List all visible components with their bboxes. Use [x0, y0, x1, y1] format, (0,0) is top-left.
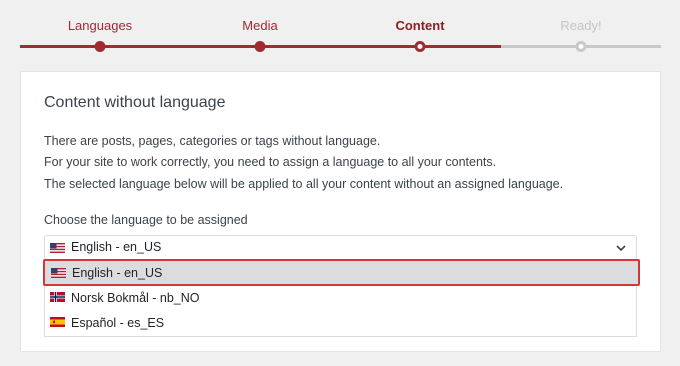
option-english[interactable]: English - en_US: [43, 259, 640, 286]
chevron-down-icon[interactable]: [614, 241, 628, 255]
option-label: Norsk Bokmål - nb_NO: [71, 291, 200, 305]
card-title: Content without language: [44, 94, 226, 111]
us-flag-icon: [51, 268, 66, 278]
language-select-label: Choose the language to be assigned: [44, 213, 248, 227]
step-dot-media: [254, 41, 266, 52]
info-paragraph-2: For your site to work correctly, you nee…: [44, 155, 497, 169]
language-select[interactable]: English - en_US: [44, 235, 637, 260]
step-media[interactable]: Media: [242, 18, 277, 33]
step-dot-ready: [575, 41, 587, 52]
option-norsk[interactable]: Norsk Bokmål - nb_NO: [45, 286, 638, 311]
content-card: Content without language There are posts…: [20, 71, 661, 352]
info-paragraph-1: There are posts, pages, categories or ta…: [44, 134, 381, 148]
step-content: Content: [395, 18, 445, 33]
setup-stepper: Languages Media Content Ready!: [0, 0, 680, 60]
option-label: Español - es_ES: [71, 316, 165, 330]
step-dot-languages: [94, 41, 106, 52]
step-ready: Ready!: [560, 18, 602, 33]
option-espanol[interactable]: Español - es_ES: [45, 311, 638, 336]
spain-flag-icon: [50, 317, 65, 327]
option-label: English - en_US: [72, 266, 163, 280]
language-select-value: English - en_US: [71, 240, 162, 254]
step-languages[interactable]: Languages: [68, 18, 132, 33]
us-flag-icon: [50, 243, 65, 253]
language-dropdown-list: English - en_US Norsk Bokmål - nb_NO Esp…: [43, 259, 640, 337]
norway-flag-icon: [50, 292, 65, 302]
info-paragraph-3: The selected language below will be appl…: [44, 177, 564, 191]
step-dot-content: [414, 41, 426, 52]
